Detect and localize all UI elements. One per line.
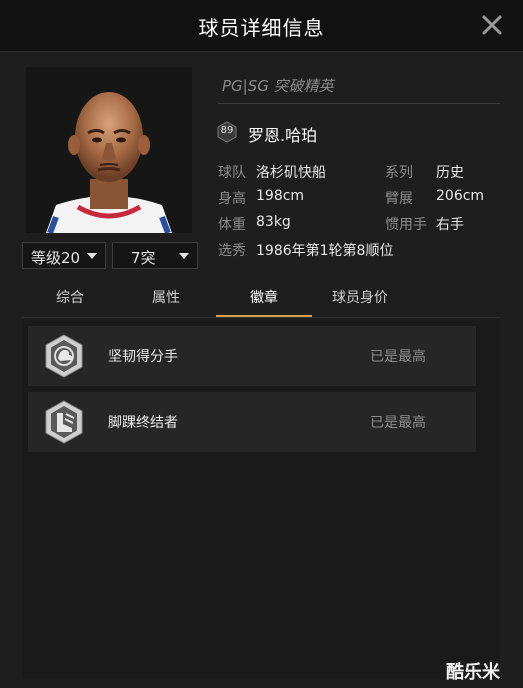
badge-name: 坚韧得分手 — [108, 349, 178, 365]
badge-list: 坚韧得分手 已是最高 脚踝终结者 已是最高 — [22, 319, 500, 679]
divider — [218, 103, 500, 104]
close-icon — [482, 15, 502, 35]
player-name: 罗恩.哈珀 — [248, 126, 318, 145]
badge-status: 已是最高 — [370, 349, 426, 365]
badge-status: 已是最高 — [370, 415, 426, 431]
draft-label: 选秀 — [218, 243, 246, 259]
break-dropdown-value: 7突 — [131, 249, 156, 267]
watermark: 酷乐米 — [446, 662, 500, 683]
tab-player-value[interactable]: 球员身价 — [312, 287, 408, 317]
title-bar: 球员详细信息 — [0, 0, 523, 52]
tab-badges[interactable]: 徽章 — [216, 287, 312, 317]
height-value: 198cm — [256, 188, 305, 204]
flexed-arm-badge-icon — [45, 334, 83, 378]
draft-value: 1986年第1轮第8顺位 — [256, 243, 394, 259]
hand-value: 右手 — [436, 217, 464, 233]
series-label: 系列 — [385, 165, 413, 181]
ankle-breaker-badge-icon — [45, 400, 83, 444]
close-button[interactable] — [479, 12, 505, 38]
team-label: 球队 — [218, 165, 246, 181]
wingspan-value: 206cm — [436, 188, 485, 204]
wingspan-label: 臂展 — [385, 191, 413, 207]
series-value: 历史 — [436, 165, 464, 181]
chevron-down-icon — [179, 253, 189, 259]
weight-value: 83kg — [256, 214, 291, 230]
weight-label: 体重 — [218, 217, 246, 233]
tab-overview[interactable]: 综合 — [22, 287, 118, 317]
team-value: 洛杉矶快船 — [256, 165, 326, 181]
player-position-type: PG|SG 突破精英 — [222, 77, 334, 95]
list-item[interactable]: 脚踝终结者 已是最高 — [28, 392, 476, 452]
height-label: 身高 — [218, 191, 246, 207]
tab-bar-divider — [22, 317, 500, 318]
list-item[interactable]: 坚韧得分手 已是最高 — [28, 326, 476, 386]
dialog-title: 球员详细信息 — [198, 16, 325, 40]
break-dropdown[interactable]: 7突 — [112, 242, 198, 269]
rating-value: 89 — [220, 125, 234, 136]
player-face-image — [26, 67, 192, 233]
level-dropdown-value: 等级20 — [31, 249, 81, 267]
player-detail-panel: 等级20 7突 PG|SG 突破精英 89 罗恩.哈珀 球队 洛杉矶快船 系列 … — [0, 53, 523, 688]
tab-attributes[interactable]: 属性 — [118, 287, 214, 317]
level-dropdown[interactable]: 等级20 — [22, 242, 106, 269]
hand-label: 惯用手 — [385, 217, 427, 233]
chevron-down-icon — [87, 253, 97, 259]
player-portrait — [26, 67, 192, 233]
active-tab-indicator — [216, 315, 312, 317]
badge-name: 脚踝终结者 — [108, 415, 178, 431]
